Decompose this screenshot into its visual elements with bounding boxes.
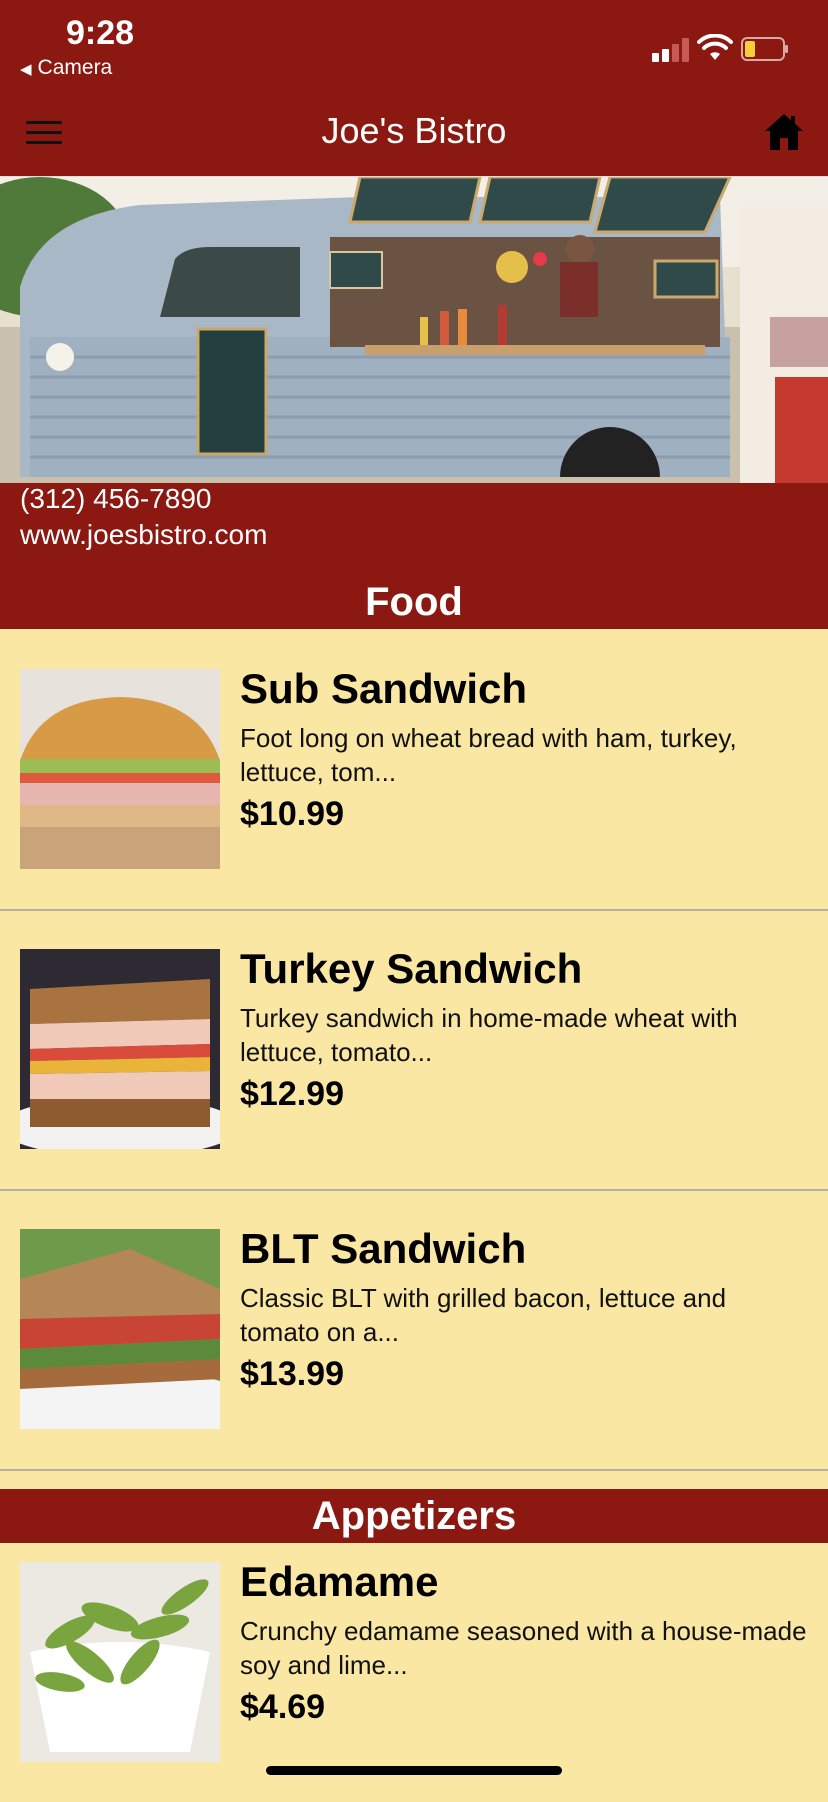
section-header-food: Food (0, 575, 828, 629)
back-to-camera-link[interactable]: ◀ Camera (20, 56, 112, 80)
menu-item[interactable]: Turkey Sandwich Turkey sandwich in home-… (0, 909, 828, 1191)
battery-icon (741, 37, 788, 61)
menu-item-name: Sub Sandwich (240, 665, 528, 712)
status-bar: 9:28 ◀ Camera (0, 0, 828, 90)
menu-item-price: $10.99 (240, 795, 344, 833)
nav-bar: Joe's Bistro (0, 90, 828, 176)
menu-item-description: Turkey sandwich in home-made wheat with … (240, 1003, 738, 1067)
edamame-image (20, 1562, 220, 1762)
menu-item-description: Foot long on wheat bread with ham, turke… (240, 723, 737, 787)
menu-item-price: $4.69 (240, 1688, 326, 1726)
menu-item-price: $12.99 (240, 1075, 344, 1113)
turkey-sandwich-image (20, 949, 220, 1149)
menu-item-description: Crunchy edamame seasoned with a house-ma… (240, 1616, 807, 1680)
website-link[interactable]: www.joesbistro.com (20, 519, 267, 551)
back-triangle-icon: ◀ (20, 61, 32, 78)
back-app-label: Camera (37, 56, 113, 79)
home-indicator[interactable] (266, 1766, 562, 1775)
wifi-icon (697, 34, 733, 60)
menu-item-price: $13.99 (240, 1355, 344, 1393)
food-truck-illustration (0, 177, 828, 484)
menu-item[interactable]: BLT Sandwich Classic BLT with grilled ba… (0, 1189, 828, 1471)
menu-item-description: Classic BLT with grilled bacon, lettuce … (240, 1283, 727, 1347)
menu-item[interactable]: Sub Sandwich Foot long on wheat bread wi… (0, 629, 828, 911)
contact-info: (312) 456-7890 www.joesbistro.com (0, 483, 828, 575)
cellular-signal-icon (652, 38, 692, 62)
page-title: Joe's Bistro (321, 110, 507, 151)
menu-item-name: Edamame (240, 1558, 439, 1605)
menu-item-name: Turkey Sandwich (240, 945, 583, 992)
status-time: 9:28 (66, 14, 135, 52)
home-icon[interactable] (762, 110, 806, 154)
food-truck-photo (0, 176, 828, 485)
phone-number-link[interactable]: (312) 456-7890 (20, 483, 211, 515)
menu-item[interactable]: Edamame Crunchy edamame seasoned with a … (0, 1522, 828, 1802)
blt-sandwich-image (20, 1229, 220, 1429)
menu-item-name: BLT Sandwich (240, 1225, 527, 1272)
sub-sandwich-image (20, 669, 220, 869)
